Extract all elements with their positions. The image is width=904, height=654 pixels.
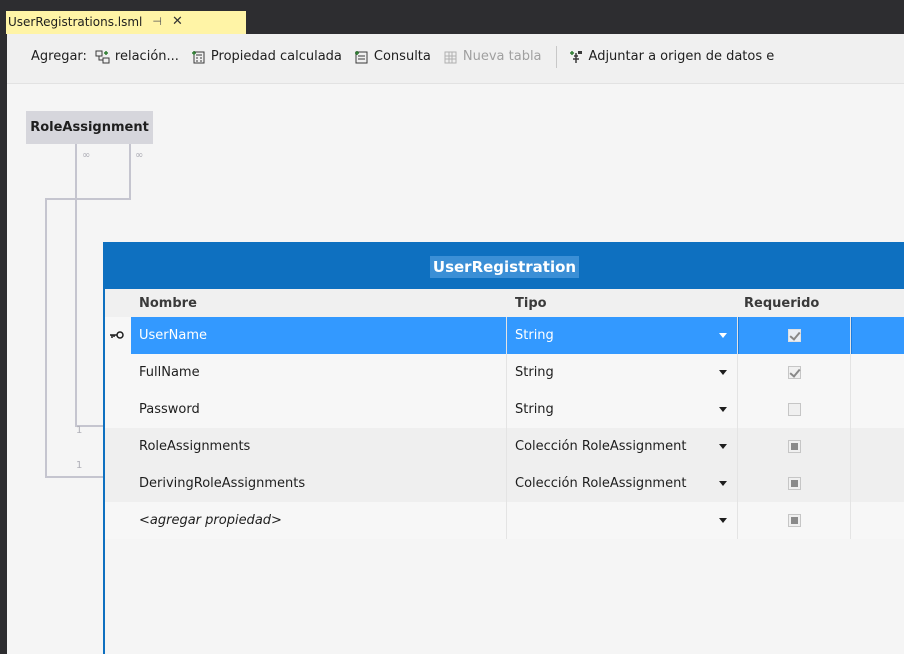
role-assignment-entity[interactable]: RoleAssignment (26, 111, 153, 144)
chevron-down-icon[interactable] (719, 333, 727, 338)
row-gutter (105, 289, 131, 317)
add-relationship-label: relación... (114, 49, 179, 64)
chevron-down-icon[interactable] (719, 407, 727, 412)
pin-icon[interactable]: ⊣ (152, 15, 162, 28)
new-table-button[interactable]: Nueva tabla (443, 49, 542, 64)
property-name[interactable]: DerivingRoleAssignments (131, 465, 507, 502)
property-required-cell (738, 502, 851, 539)
row-gutter (105, 428, 131, 465)
relationship-line (129, 144, 131, 199)
row-filler (851, 391, 904, 428)
add-query-label: Consulta (373, 49, 431, 64)
entity-title: UserRegistration (429, 255, 580, 278)
property-type[interactable]: String (507, 317, 738, 354)
chevron-down-icon[interactable] (719, 370, 727, 375)
property-type-value: Colección RoleAssignment (515, 476, 687, 491)
property-name[interactable]: RoleAssignments (131, 428, 507, 465)
multiplicity-one-label: 1 (76, 425, 83, 436)
column-header-name[interactable]: Nombre (131, 296, 507, 311)
document-tab[interactable]: UserRegistrations.lsml ⊣ ✕ (6, 11, 246, 34)
key-icon (110, 331, 124, 339)
tab-title: UserRegistrations.lsml (8, 14, 143, 29)
properties-grid: Nombre Tipo Requerido UserName String Fu… (105, 289, 904, 539)
property-row[interactable]: FullName String (105, 354, 904, 391)
row-gutter (105, 354, 131, 391)
grid-header-row: Nombre Tipo Requerido (105, 289, 904, 317)
property-type[interactable]: Colección RoleAssignment (507, 465, 738, 502)
add-computed-property-label: Propiedad calculada (210, 49, 342, 64)
multiplicity-many-label: ∞ (82, 150, 91, 161)
query-icon (354, 50, 369, 64)
attach-datasource-icon (569, 50, 584, 64)
column-header-required[interactable]: Requerido (738, 289, 851, 317)
property-required-cell (738, 428, 851, 465)
property-required-cell (738, 354, 851, 391)
required-checkbox[interactable] (787, 477, 801, 490)
multiplicity-many-label: ∞ (135, 150, 144, 161)
property-row[interactable]: RoleAssignments Colección RoleAssignment (105, 428, 904, 465)
row-filler (851, 428, 904, 465)
relationship-line (75, 144, 77, 426)
property-name[interactable]: UserName (131, 317, 507, 354)
property-type[interactable]: String (507, 354, 738, 391)
column-header-filler (851, 289, 904, 317)
close-icon[interactable]: ✕ (172, 14, 183, 29)
entity-header[interactable]: UserRegistration (105, 244, 904, 289)
user-registration-entity: UserRegistration Nombre Tipo Requerido U… (103, 242, 904, 654)
relationship-line (45, 198, 131, 200)
property-type[interactable]: String (507, 391, 738, 428)
row-gutter (105, 391, 131, 428)
relationship-line (45, 198, 47, 478)
add-computed-property-button[interactable]: Propiedad calculada (191, 49, 342, 64)
required-checkbox[interactable] (787, 514, 801, 527)
row-filler (851, 502, 904, 539)
required-checkbox[interactable] (787, 403, 801, 416)
property-type-value: String (515, 402, 554, 417)
add-property-row[interactable]: <agregar propiedad> (105, 502, 904, 539)
property-type[interactable] (507, 502, 738, 539)
row-gutter (105, 465, 131, 502)
add-query-button[interactable]: Consulta (354, 49, 431, 64)
row-filler (851, 465, 904, 502)
property-type[interactable]: Colección RoleAssignment (507, 428, 738, 465)
chevron-down-icon[interactable] (719, 444, 727, 449)
property-type-value: String (515, 328, 554, 343)
property-name[interactable]: FullName (131, 354, 507, 391)
chevron-down-icon[interactable] (719, 518, 727, 523)
add-property-placeholder[interactable]: <agregar propiedad> (131, 502, 507, 539)
attach-datasource-label: Adjuntar a origen de datos e (588, 49, 775, 64)
multiplicity-one-label: 1 (76, 460, 83, 471)
property-row[interactable]: DerivingRoleAssignments Colección RoleAs… (105, 465, 904, 502)
chevron-down-icon[interactable] (719, 481, 727, 486)
add-label: Agregar: (31, 49, 87, 64)
required-checkbox[interactable] (787, 366, 801, 379)
property-required-cell (738, 465, 851, 502)
row-filler (851, 317, 904, 354)
required-checkbox[interactable] (788, 329, 801, 342)
row-gutter (105, 502, 131, 539)
add-relationship-button[interactable]: relación... (95, 49, 179, 64)
designer-toolbar: Agregar: relación... Propiedad calculada… (7, 34, 904, 84)
required-checkbox[interactable] (787, 440, 801, 453)
row-filler (851, 354, 904, 391)
document-tab-bar: UserRegistrations.lsml ⊣ ✕ (0, 0, 904, 34)
attach-datasource-button[interactable]: Adjuntar a origen de datos e (569, 49, 775, 64)
property-type-value: Colección RoleAssignment (515, 439, 687, 454)
new-table-icon (443, 50, 458, 64)
property-row[interactable]: Password String (105, 391, 904, 428)
column-header-type[interactable]: Tipo (507, 296, 738, 311)
property-row[interactable]: UserName String (105, 317, 904, 354)
row-gutter (105, 317, 131, 354)
relationship-line (45, 476, 103, 478)
new-table-label: Nueva tabla (462, 49, 542, 64)
property-required-cell (738, 317, 851, 354)
computed-property-icon (191, 50, 206, 64)
relationship-icon (95, 50, 110, 64)
property-type-value: String (515, 365, 554, 380)
property-required-cell (738, 391, 851, 428)
toolbar-separator (555, 46, 557, 68)
property-name[interactable]: Password (131, 391, 507, 428)
window-frame (0, 34, 7, 654)
